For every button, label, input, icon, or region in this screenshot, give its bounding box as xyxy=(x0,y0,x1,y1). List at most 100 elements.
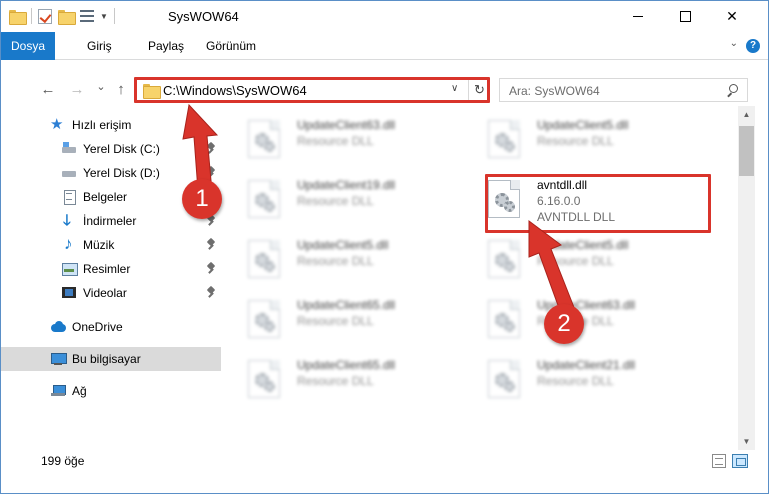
file-name: UpdateClient65.dll xyxy=(297,358,396,372)
pictures-icon xyxy=(61,261,78,277)
chevron-down-icon[interactable]: ▼ xyxy=(100,12,108,21)
help-icon[interactable]: ? xyxy=(746,39,760,53)
list-item[interactable]: UpdateClient65.dll Resource DLL xyxy=(245,290,465,348)
pin-icon[interactable] xyxy=(207,239,215,251)
dll-file-icon xyxy=(488,120,520,158)
dll-file-icon xyxy=(248,240,280,278)
recent-locations-button[interactable]: ⌄ xyxy=(91,77,111,97)
list-item[interactable]: UpdateClient5.dll Resource DLL xyxy=(485,230,705,288)
file-type: Resource DLL xyxy=(297,194,374,208)
file-name: UpdateClient65.dll xyxy=(297,298,396,312)
file-name: UpdateClient5.dll xyxy=(537,118,629,132)
list-item[interactable]: UpdateClient63.dll Resource DLL xyxy=(245,110,465,168)
details-view-icon[interactable] xyxy=(712,454,726,468)
sidebar-item-label: Resimler xyxy=(83,262,131,276)
scroll-down-arrow-icon[interactable]: ▼ xyxy=(738,433,755,450)
video-icon xyxy=(61,285,77,301)
network-icon xyxy=(50,383,66,399)
large-icons-view-icon[interactable] xyxy=(732,454,748,468)
address-highlight-box xyxy=(134,77,490,103)
sidebar-item-pictures[interactable]: Resimler xyxy=(1,257,221,281)
download-icon xyxy=(61,210,77,235)
sidebar-item-label: Bu bilgisayar xyxy=(72,352,141,366)
pin-icon[interactable] xyxy=(207,287,215,299)
dll-file-icon xyxy=(488,300,520,338)
sidebar-item-music[interactable]: Müzik xyxy=(1,233,221,257)
drive-icon xyxy=(61,141,77,157)
search-icon xyxy=(726,84,738,96)
properties-check-icon[interactable] xyxy=(38,8,52,24)
minimize-button[interactable] xyxy=(615,1,661,32)
sidebar-item-onedrive[interactable]: OneDrive xyxy=(1,315,221,339)
tab-view[interactable]: Görünüm xyxy=(206,32,256,60)
sidebar-item-label: Videolar xyxy=(83,286,127,300)
dll-file-icon xyxy=(248,360,280,398)
sidebar-item-videos[interactable]: Videolar xyxy=(1,281,221,305)
sidebar-item-label: İndirmeler xyxy=(83,214,137,228)
file-type: Resource DLL xyxy=(297,134,374,148)
file-name: UpdateClient21.dll xyxy=(537,358,636,372)
dll-file-icon xyxy=(488,360,520,398)
new-folder-icon[interactable] xyxy=(58,9,76,25)
dll-file-icon xyxy=(248,180,280,218)
step-badge-1: 1 xyxy=(182,179,222,219)
cloud-icon xyxy=(50,319,66,335)
search-box[interactable]: Ara: SysWOW64 xyxy=(499,78,748,102)
vertical-scrollbar[interactable]: ▲ ▼ xyxy=(738,106,755,450)
explorer-window: ▼ SysWOW64 ✕ Dosya Giriş Paylaş Görünüm … xyxy=(0,0,769,494)
list-item[interactable]: UpdateClient19.dll Resource DLL xyxy=(245,170,465,228)
file-type: Resource DLL xyxy=(537,374,614,388)
file-type: Resource DLL xyxy=(297,314,374,328)
list-item[interactable]: UpdateClient63.dll Resource DLL xyxy=(485,290,705,348)
tab-share[interactable]: Paylaş xyxy=(148,32,184,60)
file-type: Resource DLL xyxy=(297,254,374,268)
toolbar-divider xyxy=(113,8,115,24)
file-type: Resource DLL xyxy=(297,374,374,388)
file-name: UpdateClient63.dll xyxy=(297,118,396,132)
documents-icon xyxy=(61,189,77,205)
sidebar-item-label: Yerel Disk (C:) xyxy=(83,142,160,156)
dll-file-icon xyxy=(248,120,280,158)
list-item[interactable]: UpdateClient5.dll Resource DLL xyxy=(245,230,465,288)
sidebar-item-this-pc[interactable]: Bu bilgisayar xyxy=(1,347,221,371)
window-title: SysWOW64 xyxy=(168,9,239,24)
list-item[interactable]: UpdateClient5.dll Resource DLL xyxy=(485,110,705,168)
sidebar-item-network[interactable]: Ağ xyxy=(1,379,221,403)
customize-list-icon[interactable] xyxy=(80,9,94,23)
ribbon-tabs: Dosya Giriş Paylaş Görünüm ⌄ ? xyxy=(1,32,768,60)
tab-file[interactable]: Dosya xyxy=(1,32,55,60)
item-count: 199 öğe xyxy=(41,454,85,468)
title-bar: ▼ SysWOW64 ✕ xyxy=(1,1,768,32)
scroll-up-arrow-icon[interactable]: ▲ xyxy=(738,106,755,123)
list-item[interactable]: UpdateClient65.dll Resource DLL xyxy=(245,350,465,408)
pin-icon[interactable] xyxy=(207,263,215,275)
maximize-button[interactable] xyxy=(662,1,708,32)
tab-home[interactable]: Giriş xyxy=(87,32,112,60)
up-button[interactable]: ↑ xyxy=(111,80,131,100)
step-badge-2: 2 xyxy=(544,304,584,344)
sidebar-item-label: Ağ xyxy=(72,384,87,398)
file-highlight-box xyxy=(485,174,711,233)
status-bar: 199 öğe xyxy=(1,450,768,472)
expand-ribbon-chevron-icon[interactable]: ⌄ xyxy=(730,38,738,49)
toolbar-divider xyxy=(31,8,32,24)
close-button[interactable]: ✕ xyxy=(709,1,755,32)
list-item[interactable]: UpdateClient21.dll Resource DLL xyxy=(485,350,705,408)
folder-icon xyxy=(9,9,27,25)
file-name: UpdateClient19.dll xyxy=(297,178,396,192)
forward-button[interactable]: → xyxy=(67,80,87,100)
back-button[interactable]: ← xyxy=(38,80,58,100)
dll-file-icon xyxy=(248,300,280,338)
sidebar-item-label: Yerel Disk (D:) xyxy=(83,166,160,180)
file-type: Resource DLL xyxy=(537,134,614,148)
search-input[interactable]: Ara: SysWOW64 xyxy=(509,84,600,98)
computer-icon xyxy=(50,351,67,367)
quick-access-toolbar: ▼ xyxy=(9,8,115,25)
sidebar-item-label: Belgeler xyxy=(83,190,128,204)
star-icon xyxy=(50,115,66,133)
music-icon xyxy=(61,234,77,254)
sidebar-item-label: Müzik xyxy=(83,238,115,252)
drive-icon xyxy=(61,165,77,181)
scrollbar-thumb[interactable] xyxy=(739,126,754,176)
file-list: UpdateClient63.dll Resource DLL UpdateCl… xyxy=(223,106,737,439)
